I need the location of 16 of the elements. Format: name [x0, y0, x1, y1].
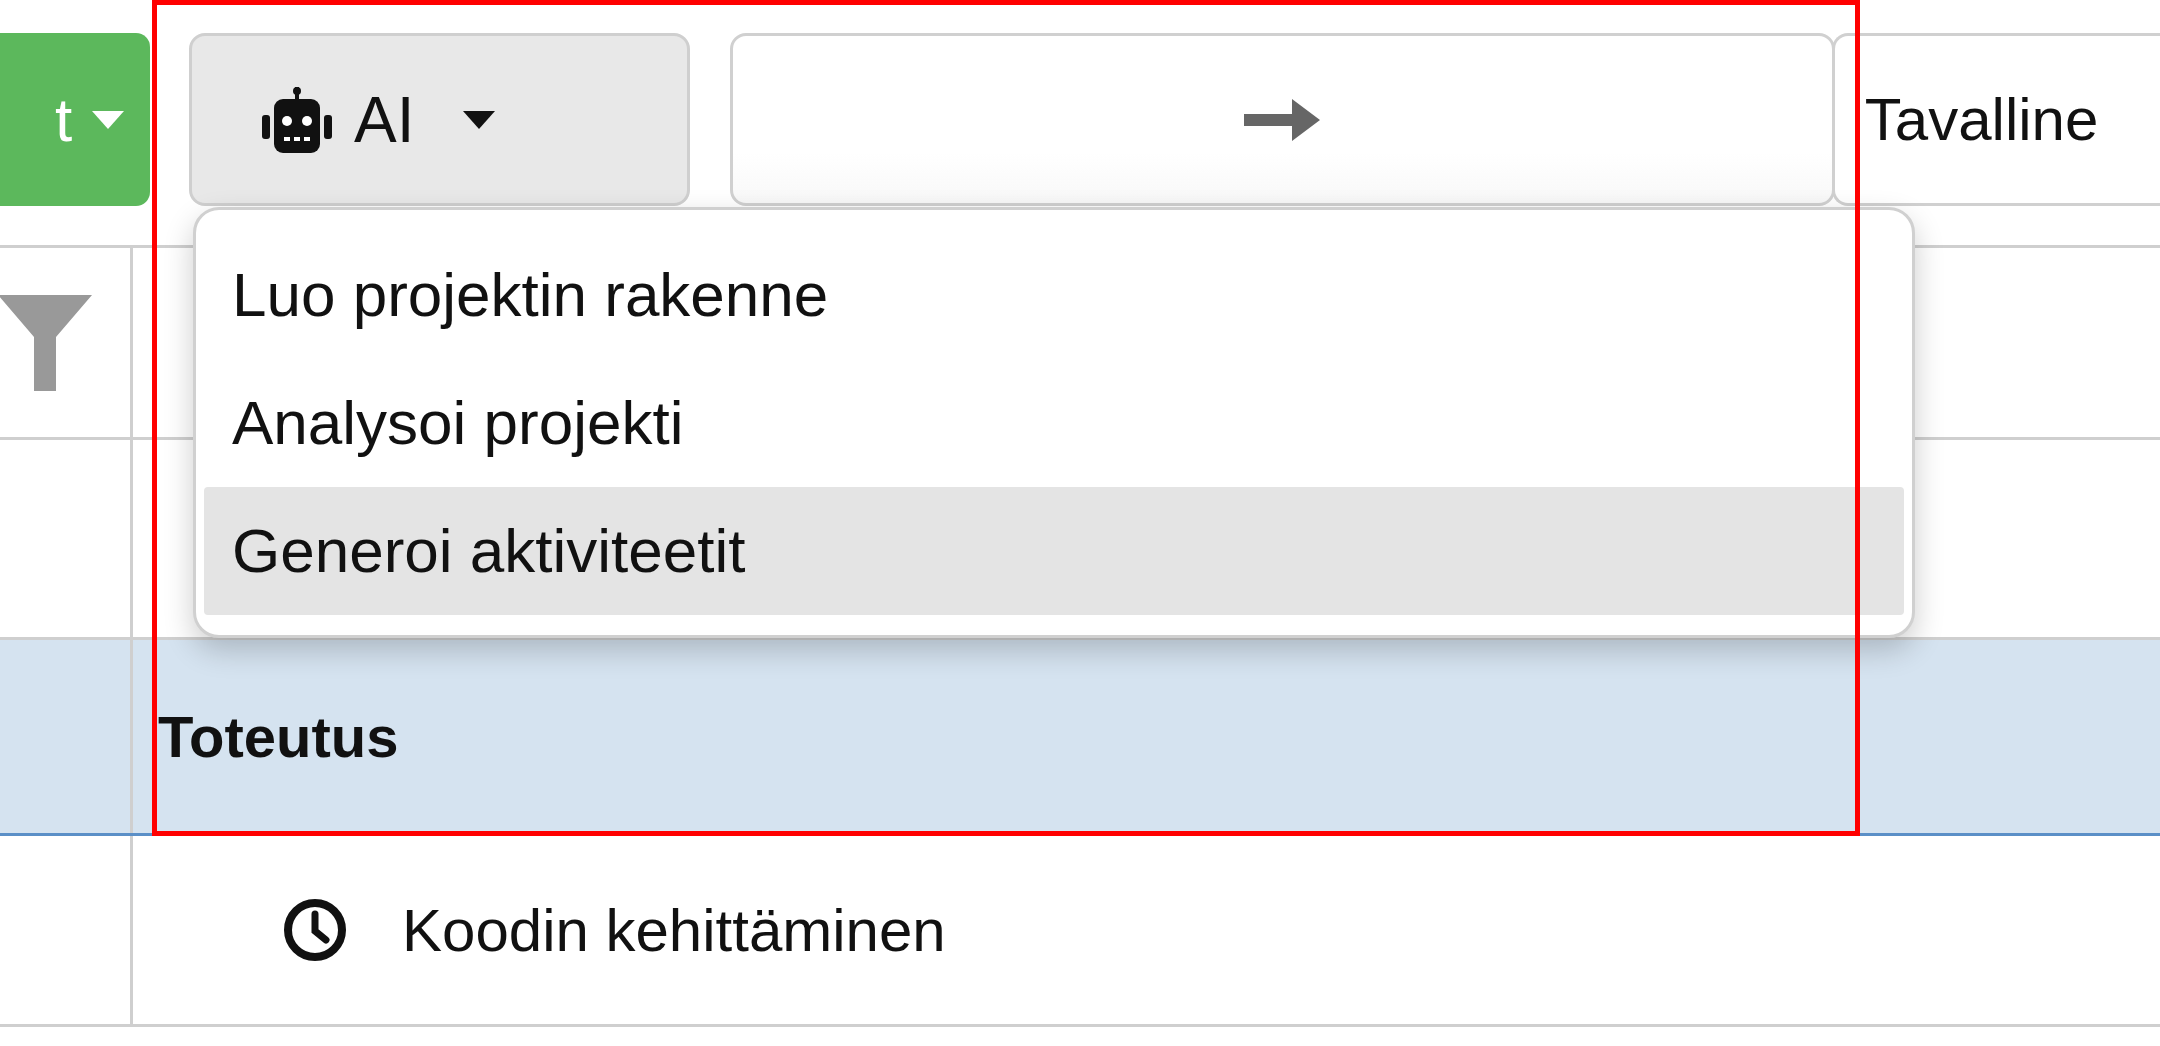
menu-item[interactable]: Generoi aktiviteetit: [204, 486, 1904, 615]
clock-icon: [283, 898, 347, 962]
caret-icon: [92, 110, 125, 129]
menu-item[interactable]: Analysoi projekti: [204, 358, 1904, 487]
ai-button[interactable]: AI: [189, 33, 690, 206]
table-row[interactable]: Koodin kehittäminen: [0, 836, 2160, 1027]
arrow-right-icon: [1244, 98, 1321, 141]
filter-icon: [0, 294, 92, 391]
group-label: Toteutus: [157, 703, 400, 770]
robot-icon: [262, 86, 333, 153]
select-field[interactable]: Tavalline: [1831, 33, 2160, 206]
menu-item[interactable]: Luo projektin rakenne: [204, 230, 1904, 359]
task-label: Koodin kehittäminen: [402, 895, 946, 965]
input-field[interactable]: [729, 33, 1835, 206]
caret-icon: [462, 110, 495, 129]
table-row[interactable]: Toteutus: [0, 640, 2160, 836]
